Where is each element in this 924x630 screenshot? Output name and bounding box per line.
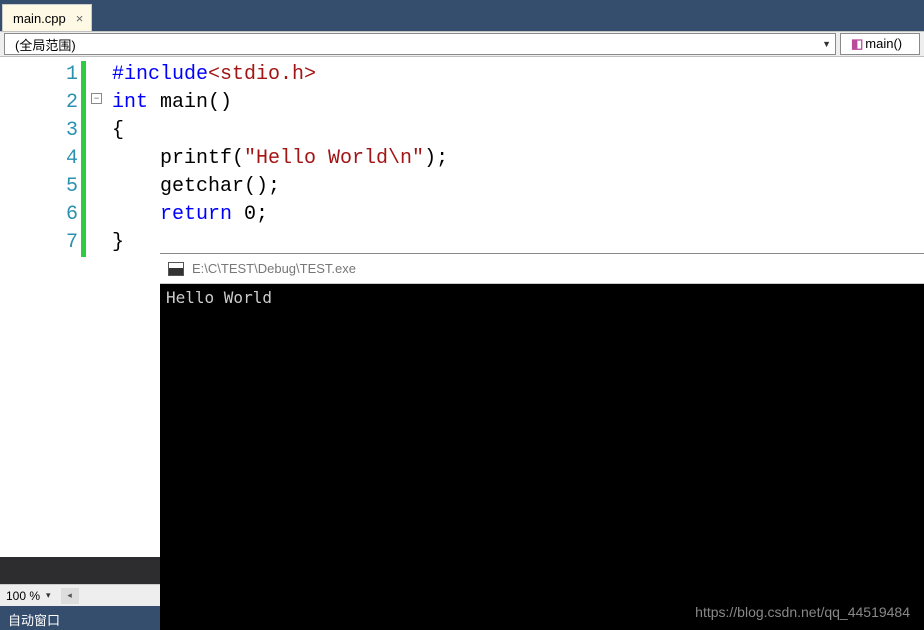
line-number: 1 (0, 61, 86, 89)
close-icon[interactable]: × (74, 11, 86, 26)
line-number: 3 (0, 117, 86, 145)
change-indicator-bar (81, 61, 86, 257)
console-icon (168, 262, 184, 276)
code-token: "Hello World\n" (244, 147, 424, 170)
watermark-text: https://blog.csdn.net/qq_44519484 (695, 604, 910, 620)
code-token: #include (112, 63, 208, 86)
line-number: 6 (0, 201, 86, 229)
code-token: getchar(); (112, 175, 280, 198)
code-token (112, 203, 160, 226)
code-token: ); (424, 147, 448, 170)
editor-tab-strip: main.cpp × (0, 4, 924, 31)
scroll-left-button[interactable]: ◂ (61, 588, 79, 604)
line-number: 5 (0, 173, 86, 201)
autos-panel-header[interactable]: 自动窗口 (0, 606, 160, 630)
line-number-gutter: 1 2 3 4 5 6 7 (0, 57, 86, 557)
console-output[interactable]: Hello World https://blog.csdn.net/qq_445… (160, 284, 924, 630)
code-token: printf( (112, 147, 244, 170)
autos-panel-title: 自动窗口 (8, 613, 60, 628)
code-token: } (112, 231, 124, 254)
method-icon: ◧ (851, 36, 863, 51)
code-token: 0; (232, 203, 268, 226)
code-token: int (112, 91, 148, 114)
chevron-down-icon[interactable]: ▾ (46, 590, 51, 601)
code-token: return (160, 203, 232, 226)
function-dropdown[interactable]: ◧main() (840, 33, 920, 55)
code-token: { (112, 119, 124, 142)
zoom-level-label: 100 % (6, 589, 40, 603)
scope-dropdown[interactable]: (全局范围) ▼ (4, 33, 836, 55)
function-label: ◧main() (851, 36, 902, 52)
scope-label: (全局范围) (15, 35, 76, 54)
tab-strip-empty (92, 4, 924, 31)
console-titlebar[interactable]: E:\C\TEST\Debug\TEST.exe (160, 254, 924, 284)
tab-main-cpp[interactable]: main.cpp × (2, 4, 92, 31)
chevron-down-icon: ▼ (822, 39, 831, 49)
console-window: E:\C\TEST\Debug\TEST.exe Hello World htt… (160, 253, 924, 630)
nav-dropdown-bar: (全局范围) ▼ ◧main() (0, 31, 924, 57)
outline-collapse-toggle[interactable]: − (91, 93, 102, 104)
line-number: 7 (0, 229, 86, 257)
code-token: main() (148, 91, 232, 114)
tab-label: main.cpp (13, 11, 66, 26)
line-number: 4 (0, 145, 86, 173)
zoom-control[interactable]: 100 % ▾ ◂ (0, 584, 160, 606)
code-token: <stdio.h> (208, 63, 316, 86)
console-title: E:\C\TEST\Debug\TEST.exe (192, 261, 356, 276)
console-output-line: Hello World (166, 288, 272, 307)
line-number: 2 (0, 89, 86, 117)
